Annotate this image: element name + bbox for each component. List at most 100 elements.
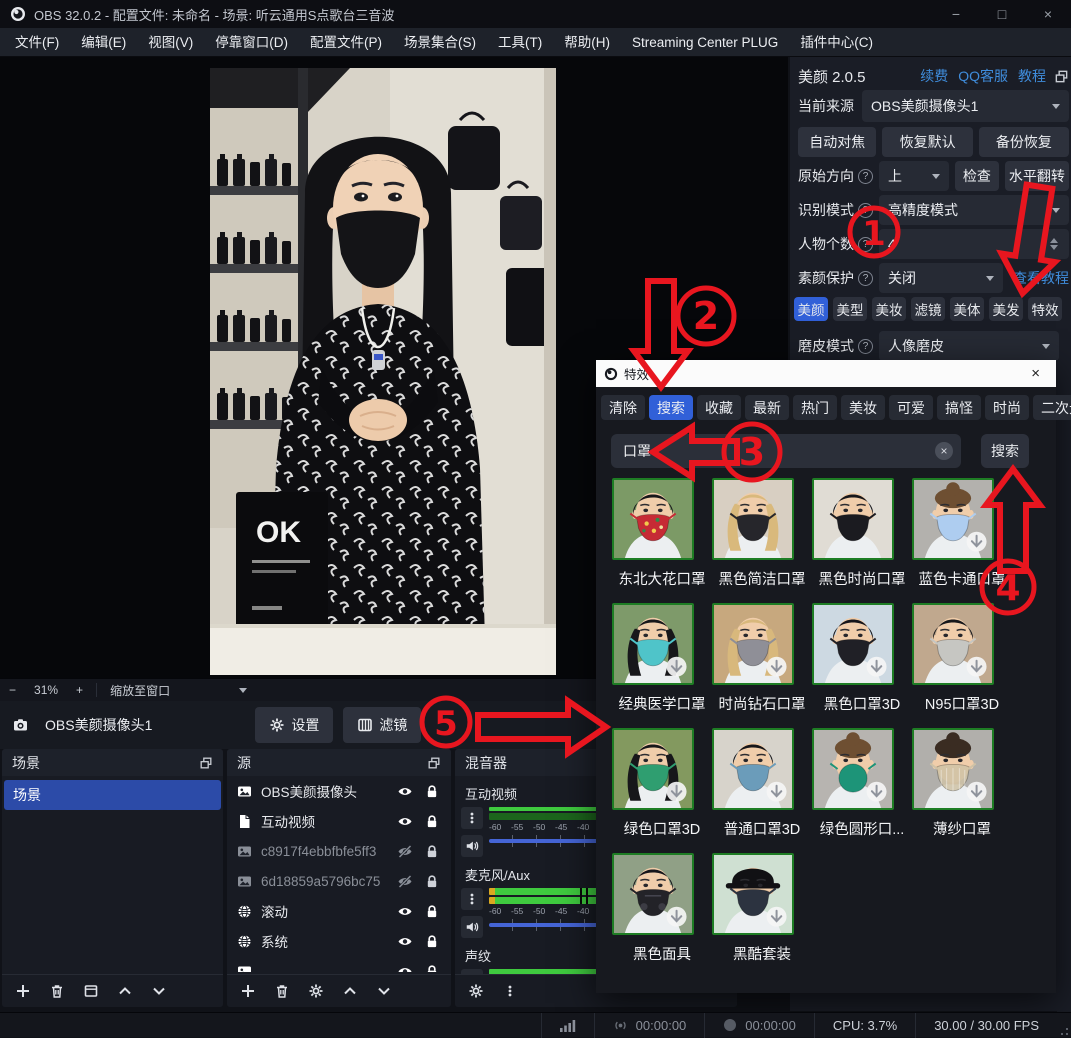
effects-tab-最新[interactable]: 最新: [745, 395, 789, 420]
lock-icon[interactable]: [423, 964, 441, 973]
source-row[interactable]: 滚动: [227, 896, 451, 926]
effect-item[interactable]: N95口罩3D: [912, 603, 1012, 728]
effect-thumbnail[interactable]: [812, 603, 894, 685]
minimize-button[interactable]: −: [933, 0, 979, 28]
effect-thumbnail[interactable]: [812, 728, 894, 810]
protection-select[interactable]: 关闭: [879, 263, 1003, 293]
effect-item[interactable]: 薄纱口罩: [912, 728, 1012, 853]
scene-item[interactable]: 场景: [4, 780, 221, 810]
source-row[interactable]: c8917f4ebbfbfe5ff3: [227, 836, 451, 866]
search-button[interactable]: 搜索: [981, 434, 1029, 468]
dialog-close-button[interactable]: ×: [1023, 365, 1048, 382]
caret-down-icon[interactable]: [239, 688, 247, 693]
eye-icon[interactable]: [396, 814, 414, 829]
up-icon[interactable]: [112, 979, 138, 1003]
down-icon[interactable]: [146, 979, 172, 1003]
help-icon[interactable]: ?: [858, 203, 873, 218]
beauty-tab-特效[interactable]: 特效: [1028, 297, 1062, 321]
maximize-button[interactable]: □: [979, 0, 1025, 28]
beauty-tab-美型[interactable]: 美型: [833, 297, 867, 321]
effect-item[interactable]: 黑酷套装: [712, 853, 812, 978]
effects-tab-二次元[interactable]: 二次元: [1033, 395, 1071, 420]
effect-item[interactable]: 经典医学口罩: [612, 603, 712, 728]
tutorial-link[interactable]: 教程: [1018, 66, 1046, 86]
help-icon[interactable]: ?: [858, 271, 873, 286]
effects-tab-收藏[interactable]: 收藏: [697, 395, 741, 420]
resize-grip[interactable]: [1057, 1013, 1071, 1038]
eye-icon[interactable]: [396, 964, 414, 973]
panel-icon[interactable]: [78, 979, 104, 1003]
effect-thumbnail[interactable]: [712, 728, 794, 810]
source-row[interactable]: [227, 956, 451, 972]
effects-tab-热门[interactable]: 热门: [793, 395, 837, 420]
autofocus-button[interactable]: 自动对焦: [798, 127, 876, 157]
flip-horizontal-button[interactable]: 水平翻转: [1005, 161, 1069, 191]
view-tutorial-link[interactable]: 查看教程: [1013, 268, 1069, 288]
help-icon[interactable]: ?: [858, 339, 873, 354]
effects-tab-时尚[interactable]: 时尚: [985, 395, 1029, 420]
effects-tab-搞怪[interactable]: 搞怪: [937, 395, 981, 420]
effect-item[interactable]: 黑色简洁口罩: [712, 478, 812, 603]
menu-item[interactable]: 工具(T): [487, 28, 553, 57]
plus-icon[interactable]: [235, 979, 261, 1003]
effect-item[interactable]: 绿色口罩3D: [612, 728, 712, 853]
effects-tab-美妆[interactable]: 美妆: [841, 395, 885, 420]
menu-item[interactable]: 场景集合(S): [393, 28, 487, 57]
source-select[interactable]: OBS美颜摄像头1: [862, 90, 1069, 122]
eye-off-icon[interactable]: [396, 874, 414, 889]
effect-thumbnail[interactable]: [612, 853, 694, 935]
menu-item[interactable]: 停靠窗口(D): [204, 28, 299, 57]
trash-icon[interactable]: [44, 979, 70, 1003]
renew-link[interactable]: 续费: [920, 66, 948, 86]
effect-item[interactable]: 普通口罩3D: [712, 728, 812, 853]
effects-tab-可爱[interactable]: 可爱: [889, 395, 933, 420]
beauty-tab-美妆[interactable]: 美妆: [872, 297, 906, 321]
qq-support-link[interactable]: QQ客服: [958, 66, 1008, 86]
up-icon[interactable]: [337, 979, 363, 1003]
recognition-select[interactable]: 高精度模式: [879, 195, 1069, 225]
lock-icon[interactable]: [423, 904, 441, 919]
effects-tab-搜索[interactable]: 搜索: [649, 395, 693, 420]
dots-vertical-icon[interactable]: [461, 888, 483, 910]
spinner-arrows[interactable]: [1050, 238, 1060, 250]
close-button[interactable]: ×: [1025, 0, 1071, 28]
eye-icon[interactable]: [396, 784, 414, 799]
effect-thumbnail[interactable]: [812, 478, 894, 560]
effect-thumbnail[interactable]: [712, 478, 794, 560]
dots-icon[interactable]: [497, 979, 523, 1003]
menu-item[interactable]: 插件中心(C): [789, 28, 884, 57]
filters-button[interactable]: 滤镜: [343, 707, 421, 743]
effect-thumbnail[interactable]: [912, 728, 994, 810]
backup-restore-button[interactable]: 备份恢复: [979, 127, 1069, 157]
zoom-out-button[interactable]: −: [0, 683, 25, 697]
clear-search-icon[interactable]: ×: [935, 442, 953, 460]
down-icon[interactable]: [371, 979, 397, 1003]
gear-icon[interactable]: [463, 979, 489, 1003]
menu-item[interactable]: 文件(F): [4, 28, 70, 57]
effect-item[interactable]: 黑色面具: [612, 853, 712, 978]
effect-item[interactable]: 黑色口罩3D: [812, 603, 912, 728]
effect-thumbnail[interactable]: [712, 853, 794, 935]
eye-off-icon[interactable]: [396, 844, 414, 859]
help-icon[interactable]: ?: [858, 169, 873, 184]
effect-item[interactable]: 蓝色卡通口罩: [912, 478, 1012, 603]
beauty-tab-美颜[interactable]: 美颜: [794, 297, 828, 321]
fit-to-window[interactable]: 缩放至窗口: [101, 682, 179, 699]
source-row[interactable]: 系统: [227, 926, 451, 956]
restore-default-button[interactable]: 恢复默认: [882, 127, 972, 157]
lock-icon[interactable]: [423, 814, 441, 829]
lock-icon[interactable]: [423, 874, 441, 889]
effect-thumbnail[interactable]: [612, 728, 694, 810]
menu-item[interactable]: 配置文件(P): [299, 28, 393, 57]
help-icon[interactable]: ?: [858, 237, 873, 252]
eye-icon[interactable]: [396, 904, 414, 919]
lock-icon[interactable]: [423, 934, 441, 949]
gear-icon[interactable]: [303, 979, 329, 1003]
people-count-input[interactable]: 4: [879, 229, 1069, 259]
effect-thumbnail[interactable]: [612, 478, 694, 560]
beauty-tab-滤镜[interactable]: 滤镜: [911, 297, 945, 321]
orientation-select[interactable]: 上: [879, 161, 949, 191]
menu-item[interactable]: 视图(V): [137, 28, 204, 57]
plus-icon[interactable]: [10, 979, 36, 1003]
trash-icon[interactable]: [269, 979, 295, 1003]
